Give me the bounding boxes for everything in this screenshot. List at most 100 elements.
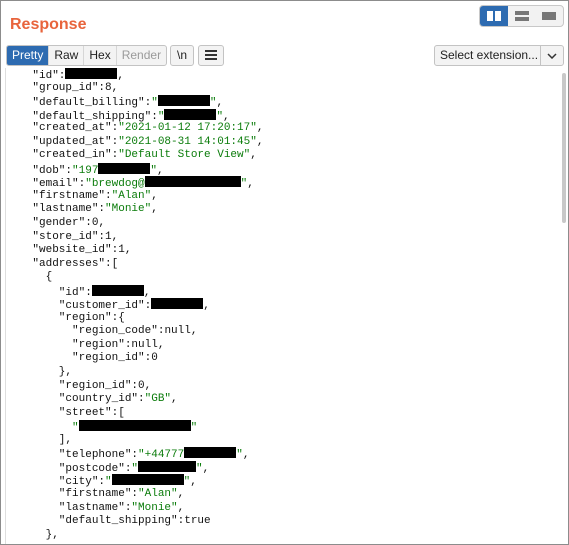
key-token: "firstname": xyxy=(6,189,112,202)
key-token: "telephone": xyxy=(6,449,139,462)
code-line: "city":" ", xyxy=(6,474,263,488)
split-rows-view-button[interactable] xyxy=(508,6,536,26)
redacted-value xyxy=(144,176,241,188)
key-token: "customer_id": xyxy=(6,300,152,313)
key-token: , xyxy=(256,122,264,135)
string-token: "brewdog@ xyxy=(85,178,145,191)
key-token: "gender": xyxy=(6,217,92,230)
key-token: "firstname": xyxy=(6,487,139,500)
value-token: true xyxy=(184,515,211,528)
code-line: "default_billing":" ", xyxy=(6,95,263,109)
value-token: 0 xyxy=(151,352,158,365)
code-line: }, xyxy=(6,366,263,380)
key-token: "created_at": xyxy=(6,122,119,135)
key-token: , xyxy=(256,135,264,148)
key-token: "dob": xyxy=(6,164,73,177)
key-token: , xyxy=(157,164,164,177)
message-toolbar: Pretty Raw Hex Render \n Select extensio… xyxy=(6,45,564,66)
redacted-value xyxy=(65,68,118,79)
code-line: "dob":"197 ", xyxy=(6,162,263,177)
scrollbar-thumb[interactable] xyxy=(562,73,566,223)
extension-select[interactable]: Select extension... xyxy=(434,45,564,66)
code-line: "email":"brewdog@ ", xyxy=(6,176,263,190)
hamburger-icon xyxy=(205,50,217,60)
string-token: " xyxy=(236,449,243,462)
newline-toggle-button[interactable]: \n xyxy=(170,45,194,66)
view-layout-toggle[interactable] xyxy=(479,5,564,27)
code-line: { xyxy=(6,271,263,285)
code-line: "region_id":0 xyxy=(6,352,263,366)
key-token: "store_id": xyxy=(6,230,106,243)
value-token: null xyxy=(131,338,158,351)
redacted-value xyxy=(184,447,237,459)
tab-raw[interactable]: Raw xyxy=(49,46,85,65)
key-token: "id": xyxy=(6,286,92,299)
string-token: "Monie" xyxy=(131,501,178,514)
key-token: , xyxy=(111,81,119,94)
value-token: 1 xyxy=(118,244,125,257)
key-token: "region_id": xyxy=(6,379,139,392)
code-line: }, xyxy=(6,529,263,543)
key-token: , xyxy=(151,203,158,216)
code-line: "region_id":0, xyxy=(6,380,263,394)
json-code: "id":, "group_id":8, "default_billing":"… xyxy=(6,68,263,542)
key-token: "website_id": xyxy=(6,244,119,257)
code-line: "group_id":8, xyxy=(6,82,263,96)
key-token: , xyxy=(223,110,230,123)
vertical-scrollbar[interactable] xyxy=(560,68,568,544)
key-token: "created_in": xyxy=(6,149,119,162)
code-line: "store_id":1, xyxy=(6,231,263,245)
string-token: " xyxy=(72,422,79,435)
key-token: , xyxy=(190,325,198,338)
key-token: , xyxy=(203,300,210,313)
response-body-editor[interactable]: "id":, "group_id":8, "default_billing":"… xyxy=(5,68,561,544)
code-line: "website_id":1, xyxy=(6,244,263,258)
key-token: , xyxy=(151,189,158,202)
redacted-value xyxy=(98,162,151,174)
key-token: "region":{ xyxy=(6,311,125,324)
code-line: "street":[ xyxy=(6,407,263,421)
value-token: null xyxy=(164,325,191,338)
code-line: "addresses":[ xyxy=(6,258,263,272)
string-token: " xyxy=(131,462,139,475)
code-line: "lastname":"Monie", xyxy=(6,502,263,516)
tab-pretty[interactable]: Pretty xyxy=(7,46,50,65)
value-token: 1 xyxy=(105,230,112,243)
string-token: "Alan" xyxy=(138,487,178,500)
code-line: "updated_at":"2021-08-31 14:01:45", xyxy=(6,136,263,150)
key-token: , xyxy=(190,476,197,489)
code-line: "lastname":"Monie", xyxy=(6,203,263,217)
string-token: " xyxy=(190,422,198,435)
key-token: }, xyxy=(6,528,59,541)
value-token: 0 xyxy=(138,379,145,392)
panel-title: Response xyxy=(10,16,87,33)
redacted-value xyxy=(111,474,184,486)
key-token: , xyxy=(177,487,185,500)
split-columns-view-button[interactable] xyxy=(480,6,508,26)
code-line: "id":, xyxy=(6,68,263,82)
code-line: " " xyxy=(6,420,263,434)
key-token: , xyxy=(144,379,152,392)
code-line: "region":null, xyxy=(6,339,263,353)
single-view-button[interactable] xyxy=(535,6,563,26)
key-token: , xyxy=(171,393,178,406)
code-line: "telephone":"+44777 ", xyxy=(6,447,263,461)
key-token: "lastname": xyxy=(6,501,132,514)
string-token: "Default Store View" xyxy=(118,149,251,162)
tab-hex[interactable]: Hex xyxy=(84,46,117,65)
code-line: "default_shipping":true xyxy=(6,515,263,529)
key-token: "group_id": xyxy=(6,81,106,94)
string-token: " xyxy=(151,97,158,110)
string-token: " xyxy=(105,476,112,489)
key-token: , xyxy=(157,338,165,351)
key-token: , xyxy=(143,286,151,299)
key-token: , xyxy=(202,462,210,475)
key-token: "postcode": xyxy=(6,462,132,475)
tab-render[interactable]: Render xyxy=(117,46,166,65)
key-token: , xyxy=(216,97,224,110)
code-line: "created_in":"Default Store View", xyxy=(6,149,263,163)
key-token: "default_shipping": xyxy=(6,515,185,528)
code-line: "region_code":null, xyxy=(6,325,263,339)
menu-button[interactable] xyxy=(198,45,224,66)
extension-select-label: Select extension... xyxy=(440,48,539,62)
